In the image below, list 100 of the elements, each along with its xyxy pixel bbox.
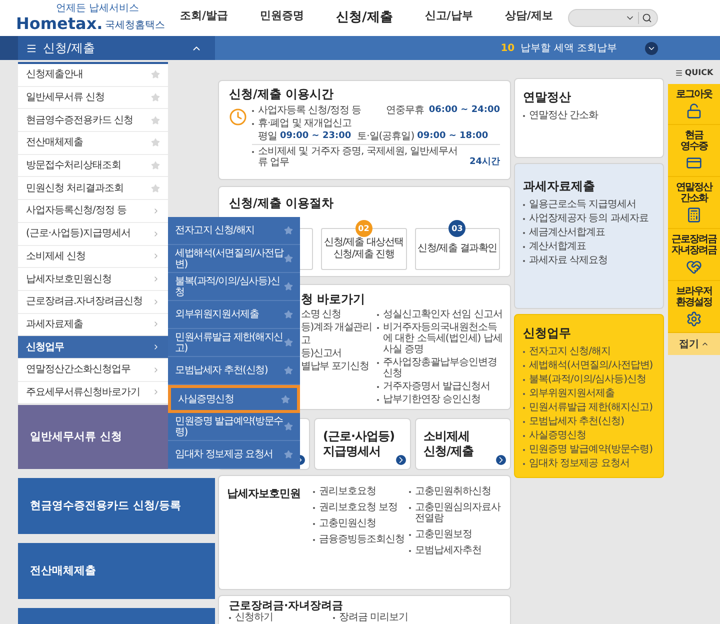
nav-link[interactable]: 조회/발급 — [180, 8, 228, 28]
list-link[interactable]: 연말정산 간소화 — [523, 110, 655, 121]
list-link[interactable]: 휴·폐업 및 재개업신고 — [252, 118, 352, 129]
star-icon[interactable] — [284, 422, 293, 431]
quick-item[interactable]: 현금 영수증 — [668, 125, 720, 177]
list-link[interactable]: 불복(과적/이의/심사등)신청 — [523, 374, 655, 385]
quick-item[interactable]: 연말정산 간소화 — [668, 177, 720, 229]
list-link[interactable]: 민원서류발급 제한(해지신고) — [523, 402, 655, 413]
list-link[interactable]: 사실증명신청 — [523, 430, 655, 441]
menu-tile[interactable]: 전산매체제출 — [18, 543, 215, 600]
side-menu-item[interactable]: 신청업무 — [18, 336, 168, 359]
star-icon[interactable] — [281, 394, 290, 404]
collapse-button[interactable]: 접기 — [668, 333, 720, 355]
list-link[interactable]: 권리보호요청 — [313, 486, 405, 497]
card-icon — [686, 155, 702, 171]
side-menu-item[interactable]: 신청제출안내 — [18, 64, 168, 87]
search-field[interactable] — [568, 9, 658, 27]
schedule-label: 토·일(공휴일) — [357, 131, 414, 142]
submenu-item[interactable]: 사실증명신청 — [168, 385, 300, 413]
quick-item[interactable]: 로그아웃 — [668, 84, 720, 125]
list-link[interactable]: 납부기한연장 승인신청 — [377, 394, 506, 405]
star-icon[interactable] — [284, 338, 293, 347]
card-title: 근로장려금·자녀장려금 — [229, 600, 344, 612]
side-menu-item[interactable]: 일반세무서류 신청 — [18, 86, 168, 110]
list-link[interactable]: 별납부 포기신청 — [301, 361, 373, 372]
list-link[interactable]: 장려금 미리보기 — [333, 612, 408, 623]
submenu-item[interactable]: 불복(과적/이의/심사등)신청 — [168, 273, 300, 301]
chevron-icon — [152, 388, 160, 396]
star-icon[interactable] — [284, 254, 293, 263]
list-link[interactable]: 금융증빙등조회신청 — [313, 534, 405, 545]
list-link[interactable]: 성실신고확인자 선임 신고서 — [377, 309, 506, 320]
star-icon[interactable] — [284, 282, 293, 291]
quick-item[interactable]: 근로장려금 자녀장려금 — [668, 229, 720, 281]
list-link[interactable]: 일용근로소득 지급명세서 — [523, 199, 655, 210]
list-link[interactable]: 사업장제공자 등의 과세자료 — [523, 213, 655, 224]
list-link[interactable]: 거주자증명서 발급신청서 — [377, 381, 506, 392]
list-link[interactable]: 사업자등록 신청/정정 등 — [252, 105, 362, 116]
list-link[interactable]: 외부위원지원서제출 — [523, 388, 655, 399]
search-icon[interactable] — [642, 13, 652, 23]
link-card[interactable]: 소비제세 신청/제출 — [414, 418, 511, 470]
side-menu-item[interactable]: 사업자등록신청/정정 등 — [18, 200, 168, 223]
notice-link[interactable]: 납부할 세액 조회납부 — [520, 40, 617, 56]
schedule-label: 평일 — [258, 131, 277, 142]
list-link[interactable]: 등)신고서 — [301, 348, 373, 359]
list-link[interactable]: 주사업장총괄납부승인변경신청 — [377, 357, 506, 379]
list-link[interactable]: 비거주자등의국내원천소득에 대한 소득세(법인세) 납세사실 증명 — [377, 322, 506, 355]
star-icon[interactable] — [284, 310, 293, 319]
quick-title: QUICK — [684, 67, 714, 79]
list-link[interactable]: 과세자료 삭제요청 — [523, 255, 655, 266]
card-title: 납세자보호민원 — [227, 486, 302, 502]
side-menu-item[interactable]: 방문접수처리상태조회 — [18, 154, 168, 178]
star-icon[interactable] — [284, 226, 293, 235]
list-link[interactable]: 소명 신청 — [301, 309, 373, 320]
nav-link[interactable]: 민원증명 — [260, 8, 304, 28]
list-link[interactable]: 고충민원심의자료사전열람 — [409, 502, 502, 524]
submenu-item[interactable]: 전자고지 신청/해지 — [168, 217, 300, 245]
list-link[interactable]: 고충민원취하신청 — [409, 486, 502, 497]
list-link[interactable]: 세법해석(서면질의/사전답변) — [523, 360, 655, 371]
menu-tile[interactable]: 현금영수증전용카드 신청/등록 — [18, 478, 215, 534]
submenu-item[interactable]: 민원서류발급 제한(해지신고) — [168, 329, 300, 357]
list-link[interactable]: 고 — [301, 335, 373, 346]
submenu-item[interactable]: 민원증명 발급예약(방문수령) — [168, 413, 300, 441]
menu-icon — [26, 42, 37, 54]
list-link[interactable]: 민원증명 발급예약(방문수령) — [523, 444, 655, 455]
submenu-item[interactable]: 세법해석(서면질의/사전답변) — [168, 245, 300, 273]
settings-icon — [686, 311, 702, 327]
submenu-item[interactable]: 임대차 정보제공 요청서 — [168, 441, 300, 469]
side-menu-item[interactable]: 현금영수증전용카드 신청 — [18, 109, 168, 132]
chevron-icon — [152, 320, 160, 328]
list-link[interactable]: 계산서합계표 — [523, 241, 655, 252]
list-link[interactable]: 고충민원신청 — [313, 518, 405, 529]
list-link[interactable]: 전자고지 신청/해지 — [523, 346, 655, 357]
list-link[interactable]: 권리보호요청 보정 — [313, 502, 405, 513]
star-icon[interactable] — [284, 450, 293, 459]
list-link[interactable]: 고충민원보정 — [409, 529, 502, 540]
list-link[interactable]: 세금계산서합계표 — [523, 227, 655, 238]
nav-link[interactable]: 상담/제보 — [504, 8, 553, 28]
hours-time: 24시간 — [469, 157, 500, 168]
list-link[interactable]: 등)계좌 개설관리 — [301, 322, 373, 333]
list-link[interactable]: 모범납세자추천 — [409, 545, 502, 556]
card-title: 신청/제출 이용시간 — [229, 86, 335, 102]
section-menu-button[interactable]: 신청/제출 — [18, 36, 178, 60]
logo-brand[interactable]: Hometax. — [16, 14, 103, 33]
unlock-icon — [686, 103, 702, 119]
chevron-icon — [152, 275, 160, 284]
side-menu-item[interactable]: 민원신청 처리결과조회 — [18, 177, 168, 200]
list-link[interactable]: 신청하기 — [229, 612, 273, 623]
submenu-item[interactable]: 외부위원지원서제출 — [168, 301, 300, 329]
expand-button[interactable] — [645, 42, 658, 54]
link-card[interactable]: (근로·사업등) 지급명세서 — [314, 418, 410, 470]
star-icon[interactable] — [284, 366, 293, 375]
list-link[interactable]: 모범납세자 추천(신청) — [523, 416, 655, 427]
side-menu-item[interactable]: 전산매체제출 — [18, 132, 168, 155]
nav-link[interactable]: 신청/제출 — [336, 8, 393, 28]
list-link[interactable]: 임대차 정보제공 요청서 — [523, 458, 655, 469]
list-link[interactable]: 소비제세 및 거주자 증명, 국제세원, 일반세무서류 업무 — [252, 146, 464, 168]
hours-detail: 연중무휴 — [386, 105, 424, 116]
nav-link[interactable]: 신고/납부 — [424, 8, 473, 28]
card-title: 과세자료제출 — [523, 178, 596, 194]
step-label: 신청/제출 진행 — [333, 249, 394, 261]
